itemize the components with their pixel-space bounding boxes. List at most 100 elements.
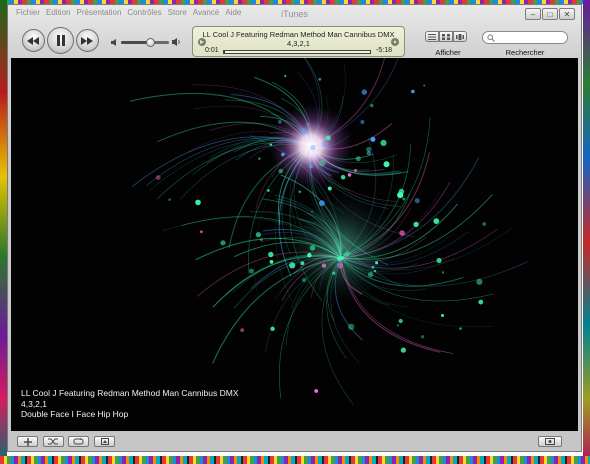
visualizer-particle bbox=[478, 299, 484, 305]
visualizer-particle bbox=[400, 347, 406, 353]
add-playlist-button[interactable] bbox=[17, 436, 38, 447]
visualizer-particle bbox=[366, 146, 372, 152]
visualizer-particle bbox=[267, 189, 270, 192]
visualizer-particle bbox=[301, 277, 307, 283]
visualizer-particle bbox=[270, 326, 275, 331]
visualizer-particle bbox=[340, 174, 346, 180]
visualizer-particle bbox=[337, 263, 343, 269]
view-label: Afficher bbox=[435, 48, 461, 57]
visualizer-particle bbox=[281, 152, 285, 157]
visualizer-particle bbox=[220, 240, 226, 246]
snapback-icon bbox=[393, 40, 397, 44]
next-button[interactable] bbox=[76, 29, 99, 52]
visualizer-particle bbox=[321, 263, 327, 268]
visualizer-particle bbox=[309, 164, 313, 169]
visualizer-particle bbox=[482, 222, 487, 226]
artwork-icon bbox=[100, 438, 109, 445]
visualizer-artist: LL Cool J Featuring Redman Method Man Ca… bbox=[21, 388, 239, 398]
view-list-button[interactable] bbox=[425, 31, 439, 42]
visualizer-particle bbox=[319, 200, 325, 207]
visualizer-particle bbox=[327, 186, 332, 191]
visualizer-particle bbox=[300, 261, 305, 266]
visualizer-particle bbox=[367, 271, 374, 278]
visualizer-particle bbox=[414, 198, 420, 204]
visualizer-particle bbox=[398, 318, 403, 324]
visualizer-particle bbox=[309, 245, 316, 251]
visualizer-album: Double Face I Face Hip Hop bbox=[21, 409, 129, 419]
close-button[interactable]: ✕ bbox=[559, 8, 575, 20]
visualizer-particle bbox=[284, 75, 287, 77]
previous-button[interactable] bbox=[22, 29, 45, 52]
visualizer-particle bbox=[325, 135, 331, 141]
visualizer-particle bbox=[398, 188, 405, 195]
visualizer-particle bbox=[459, 327, 462, 330]
visualizer-particle bbox=[307, 123, 310, 126]
decor-right-strip bbox=[583, 0, 590, 464]
shuffle-icon bbox=[48, 438, 58, 445]
pause-icon bbox=[56, 35, 65, 46]
search-input[interactable] bbox=[482, 31, 568, 44]
repeat-icon bbox=[73, 438, 84, 445]
lcd-snapback-button[interactable] bbox=[391, 38, 399, 46]
visualizer-particle bbox=[413, 221, 419, 228]
visualizer-particle bbox=[441, 314, 444, 317]
visualizer-particle bbox=[354, 169, 357, 172]
visualizer-particle bbox=[402, 197, 406, 201]
visualizer-particle bbox=[318, 77, 322, 81]
visualizer-particle bbox=[411, 89, 415, 94]
visualizer-icon bbox=[545, 438, 555, 445]
visualizer-particle bbox=[476, 278, 483, 285]
play-pause-button[interactable] bbox=[47, 27, 74, 54]
now-playing-title: 4,3,2,1 bbox=[287, 39, 310, 48]
visualizer-particle bbox=[396, 324, 399, 327]
visualizer-particle bbox=[319, 160, 326, 167]
visualizer-song: 4,3,2,1 bbox=[21, 398, 47, 409]
bottom-toolbar bbox=[8, 433, 581, 451]
visualizer-particle bbox=[200, 230, 203, 234]
visualizer-particle bbox=[337, 256, 342, 261]
visualizer-area[interactable]: LL Cool J Featuring Redman Method Man Ca… bbox=[11, 58, 578, 431]
visualizer-particle bbox=[370, 103, 374, 108]
visualizer-particle bbox=[240, 328, 245, 332]
maximize-button[interactable]: □ bbox=[542, 8, 558, 20]
view-grid-button[interactable] bbox=[439, 31, 453, 42]
visualizer-particle bbox=[298, 190, 302, 194]
visualizer-particle bbox=[348, 323, 355, 330]
shuffle-button[interactable] bbox=[43, 436, 64, 447]
visualizer-particle bbox=[355, 156, 361, 162]
visualizer-particle bbox=[375, 261, 379, 265]
visualizer-particle bbox=[311, 210, 314, 213]
visualizer-particle bbox=[383, 161, 390, 168]
visualizer-particle bbox=[255, 232, 261, 238]
visualizer-particle bbox=[304, 161, 307, 164]
minimize-button[interactable]: – bbox=[525, 8, 541, 20]
visualizer-particle bbox=[344, 251, 350, 257]
visualizer-toggle-button[interactable] bbox=[538, 436, 562, 447]
progress-bar[interactable] bbox=[223, 50, 371, 54]
visualizer-particle bbox=[399, 230, 405, 236]
repeat-button[interactable] bbox=[68, 436, 89, 447]
now-playing-display: LL Cool J Featuring Redman Method Man Ca… bbox=[192, 26, 405, 57]
visualizer-particle bbox=[301, 128, 307, 134]
itunes-window: Fichier Edition Présentation Contrôles S… bbox=[7, 4, 582, 452]
artwork-button[interactable] bbox=[94, 436, 115, 447]
view-coverflow-button[interactable] bbox=[453, 31, 467, 42]
visualizer-particle bbox=[168, 198, 171, 201]
visualizer-particle bbox=[322, 141, 328, 147]
volume-slider[interactable] bbox=[121, 37, 169, 47]
visualizer-particle bbox=[307, 252, 312, 258]
visualizer-particle bbox=[370, 136, 376, 142]
plus-icon bbox=[23, 437, 32, 446]
volume-control bbox=[111, 37, 181, 47]
magnifier-icon bbox=[487, 34, 495, 42]
visualizer-particle bbox=[436, 257, 442, 264]
titlebar: Fichier Edition Présentation Contrôles S… bbox=[8, 5, 581, 23]
now-playing-artist: LL Cool J Featuring Redman Method Man Ca… bbox=[202, 30, 395, 39]
volume-knob[interactable] bbox=[145, 37, 155, 47]
search-label: Rechercher bbox=[505, 48, 545, 57]
visualizer-track-info: LL Cool J Featuring Redman Method Man Ca… bbox=[21, 388, 239, 420]
speaker-low-icon bbox=[111, 38, 116, 46]
visualizer-particle bbox=[278, 168, 284, 174]
window-controls: – □ ✕ bbox=[525, 8, 575, 20]
visualizer-particle bbox=[441, 271, 445, 274]
